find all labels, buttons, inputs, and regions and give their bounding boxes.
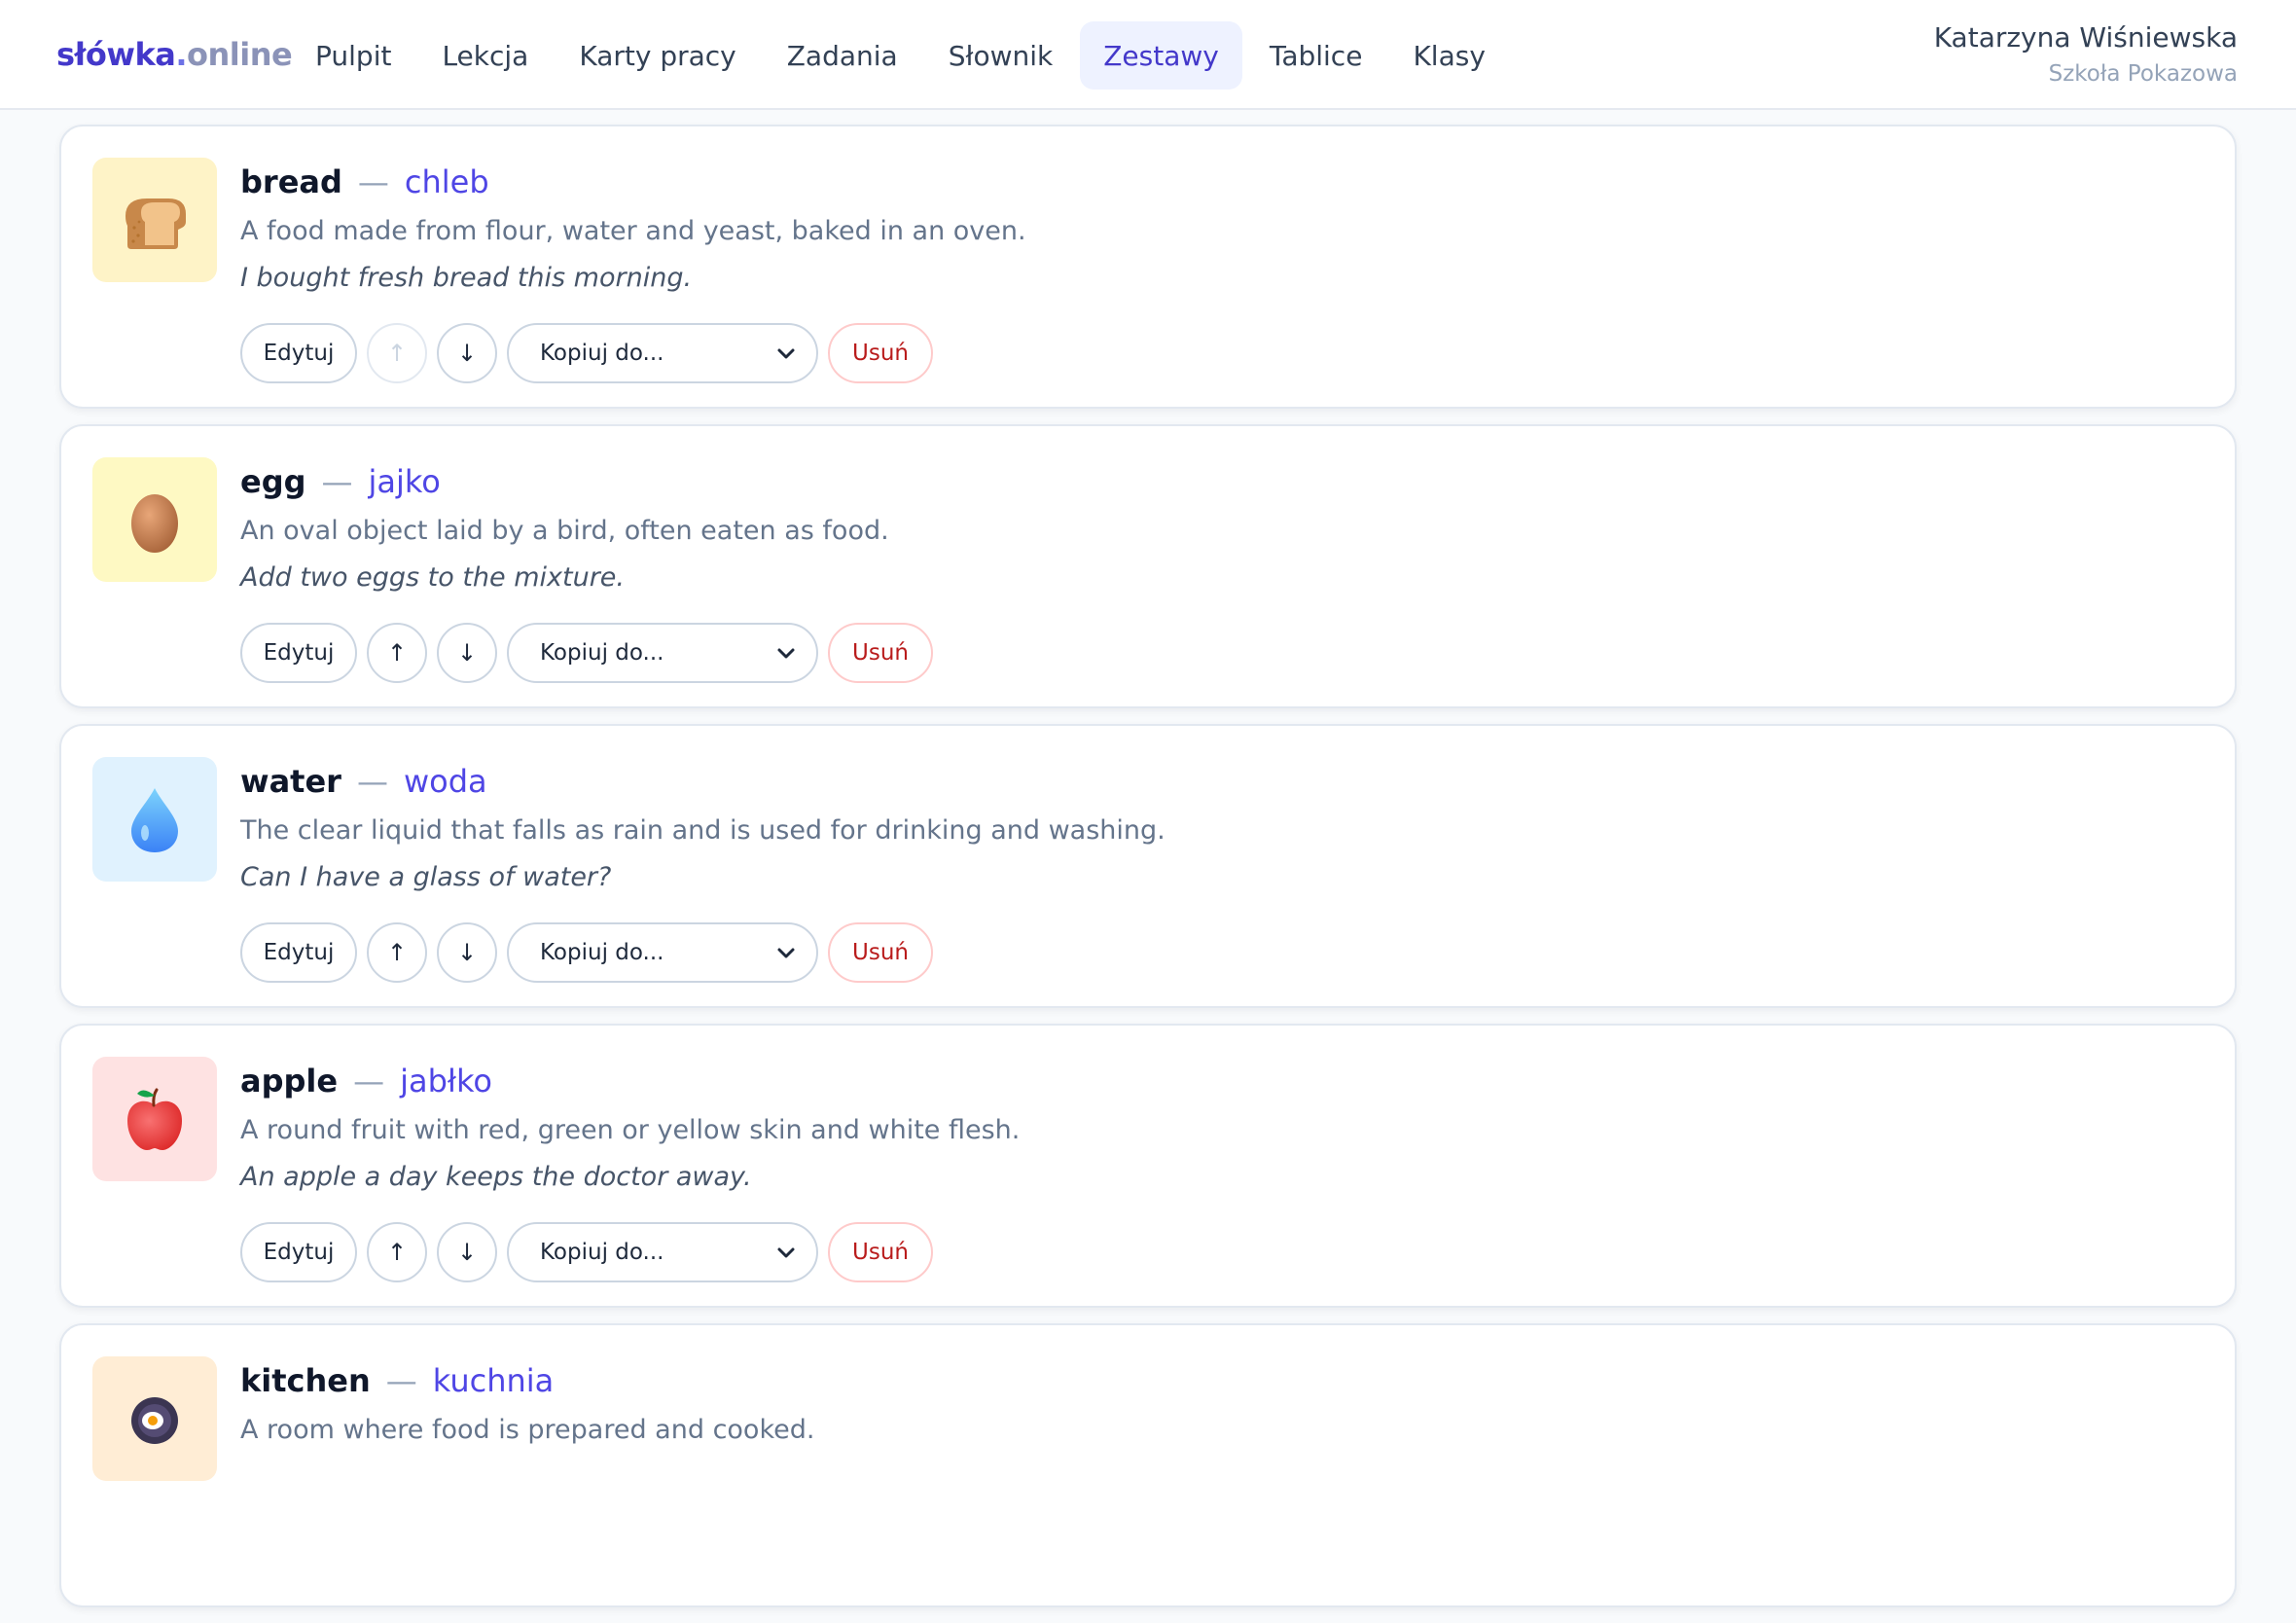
word-card: bread — chleb A food made from flour, wa… (59, 125, 2237, 409)
chevron-down-icon (777, 348, 795, 359)
nav-item-pulpit[interactable]: Pulpit (292, 21, 414, 90)
move-up-button[interactable]: ↑ (367, 323, 427, 383)
word-thumbnail (92, 158, 217, 282)
move-down-button[interactable]: ↓ (437, 323, 497, 383)
word-actions: Edytuj ↑ ↓ Kopiuj do... Usuń (240, 623, 933, 683)
word-example: An apple a day keeps the doctor away. (240, 1162, 752, 1192)
move-up-button[interactable]: ↑ (367, 1222, 427, 1282)
word-translation: chleb (404, 163, 489, 200)
main-nav: Pulpit Lekcja Karty pracy Zadania Słowni… (292, 21, 1509, 90)
word-example: Add two eggs to the mixture. (240, 562, 625, 593)
chevron-down-icon (777, 1247, 795, 1258)
word-card: kitchen — kuchnia A room where food is p… (59, 1323, 2237, 1607)
logo[interactable]: słówka. online (56, 33, 293, 76)
word-actions: Edytuj ↑ ↓ Kopiuj do... Usuń (240, 922, 1166, 983)
move-up-button[interactable]: ↑ (367, 623, 427, 683)
copy-to-select[interactable]: Kopiuj do... (507, 922, 818, 983)
nav-item-zadania[interactable]: Zadania (764, 21, 921, 90)
word-thumbnail (92, 1356, 217, 1481)
copy-to-label: Kopiuj do... (540, 640, 664, 666)
word-english: bread (240, 163, 342, 200)
nav-item-zestawy[interactable]: Zestawy (1080, 21, 1242, 90)
user-school: Szkoła Pokazowa (2048, 61, 2238, 87)
word-thumbnail (92, 757, 217, 882)
move-down-button[interactable]: ↓ (437, 623, 497, 683)
word-actions: Edytuj ↑ ↓ Kopiuj do... Usuń (240, 323, 1026, 383)
word-definition: A food made from flour, water and yeast,… (240, 216, 1026, 246)
word-english: water (240, 763, 341, 800)
nav-item-lekcja[interactable]: Lekcja (418, 21, 552, 90)
edit-button[interactable]: Edytuj (240, 1222, 357, 1282)
nav-item-klasy[interactable]: Klasy (1389, 21, 1508, 90)
chevron-down-icon (777, 948, 795, 958)
word-separator: — (356, 763, 388, 800)
word-separator: — (321, 463, 353, 500)
chevron-down-icon (777, 648, 795, 659)
word-separator: — (357, 163, 389, 200)
word-definition: An oval object laid by a bird, often eat… (240, 516, 889, 546)
water-drop-icon (131, 788, 178, 852)
delete-button[interactable]: Usuń (828, 1222, 933, 1282)
frying-pan-icon (131, 1397, 178, 1444)
word-title: bread — chleb (240, 156, 1026, 208)
word-example: Can I have a glass of water? (240, 862, 612, 892)
word-title: water — woda (240, 755, 1166, 808)
copy-to-label: Kopiuj do... (540, 1240, 664, 1265)
delete-button[interactable]: Usuń (828, 623, 933, 683)
bread-icon (126, 198, 186, 249)
word-translation: woda (403, 763, 487, 800)
word-translation: jabłko (400, 1063, 492, 1100)
nav-item-tablice[interactable]: Tablice (1246, 21, 1386, 90)
word-card: apple — jabłko A round fruit with red, g… (59, 1024, 2237, 1308)
word-title: kitchen — kuchnia (240, 1354, 814, 1407)
copy-to-select[interactable]: Kopiuj do... (507, 1222, 818, 1282)
word-thumbnail (92, 1057, 217, 1181)
edit-button[interactable]: Edytuj (240, 922, 357, 983)
word-title: apple — jabłko (240, 1055, 1020, 1107)
word-english: apple (240, 1063, 339, 1100)
copy-to-select[interactable]: Kopiuj do... (507, 623, 818, 683)
move-down-button[interactable]: ↓ (437, 1222, 497, 1282)
word-english: kitchen (240, 1362, 371, 1399)
word-example: I bought fresh bread this morning. (240, 263, 693, 293)
move-down-button[interactable]: ↓ (437, 922, 497, 983)
word-english: egg (240, 463, 306, 500)
word-translation: jajko (368, 463, 441, 500)
word-definition: A room where food is prepared and cooked… (240, 1415, 815, 1445)
nav-item-slownik[interactable]: Słownik (925, 21, 1077, 90)
top-navigation-bar: słówka. online Pulpit Lekcja Karty pracy … (0, 0, 2296, 110)
word-translation: kuchnia (432, 1362, 555, 1399)
word-card: egg — jajko An oval object laid by a bir… (59, 424, 2237, 708)
word-definition: The clear liquid that falls as rain and … (240, 815, 1166, 846)
edit-button[interactable]: Edytuj (240, 623, 357, 683)
apple-icon (127, 1088, 182, 1150)
word-separator: — (353, 1063, 385, 1100)
delete-button[interactable]: Usuń (828, 323, 933, 383)
egg-icon (131, 494, 178, 553)
user-info[interactable]: Katarzyna Wiśniewska Szkoła Pokazowa (1934, 19, 2238, 91)
delete-button[interactable]: Usuń (828, 922, 933, 983)
word-separator: — (385, 1362, 417, 1399)
move-up-button[interactable]: ↑ (367, 922, 427, 983)
copy-to-select[interactable]: Kopiuj do... (507, 323, 818, 383)
word-list: bread — chleb A food made from flour, wa… (59, 125, 2237, 1623)
nav-item-karty-pracy[interactable]: Karty pracy (556, 21, 759, 90)
copy-to-label: Kopiuj do... (540, 341, 664, 366)
edit-button[interactable]: Edytuj (240, 323, 357, 383)
user-name: Katarzyna Wiśniewska (1933, 21, 2238, 54)
copy-to-label: Kopiuj do... (540, 940, 664, 965)
word-thumbnail (92, 457, 217, 582)
word-title: egg — jajko (240, 455, 933, 508)
word-card: water — woda The clear liquid that falls… (59, 724, 2237, 1008)
word-definition: A round fruit with red, green or yellow … (240, 1115, 1021, 1145)
word-actions: Edytuj ↑ ↓ Kopiuj do... Usuń (240, 1222, 1020, 1282)
